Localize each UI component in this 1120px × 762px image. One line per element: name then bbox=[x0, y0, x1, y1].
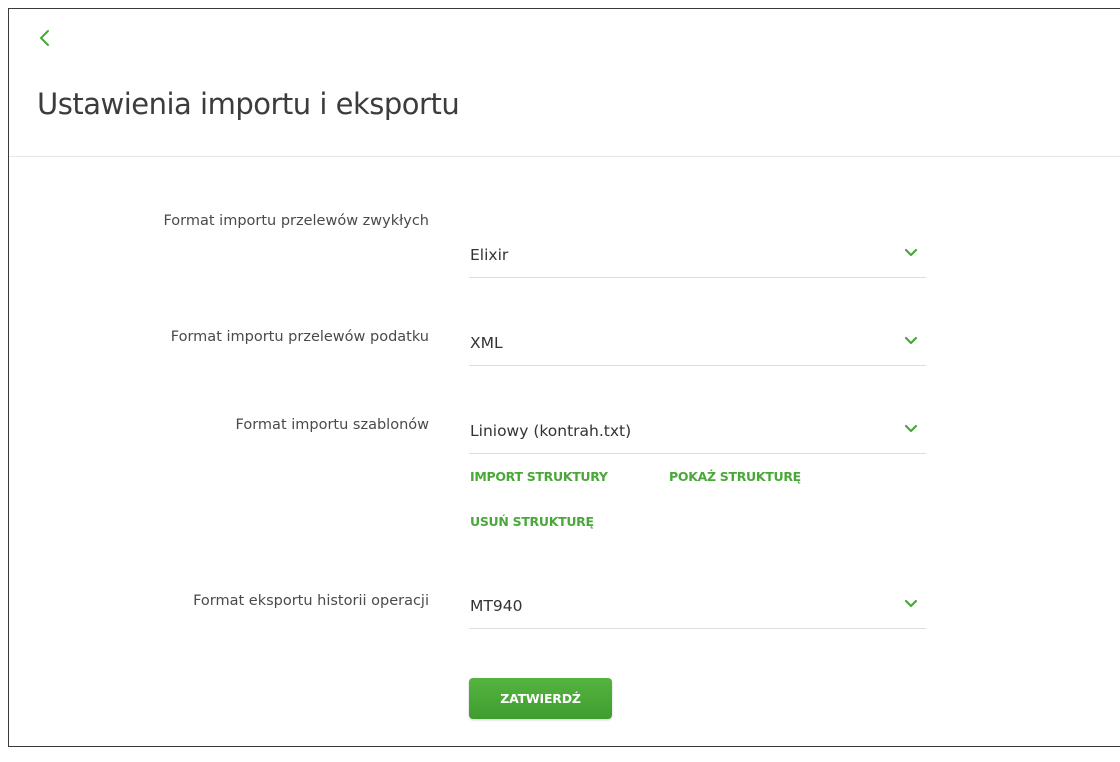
template-import-format-select[interactable]: Liniowy (kontrah.txt) bbox=[469, 410, 926, 454]
back-button[interactable] bbox=[35, 27, 55, 49]
tax-transfer-import-format-select[interactable]: XML bbox=[469, 322, 926, 366]
select-value: Liniowy (kontrah.txt) bbox=[470, 422, 632, 440]
settings-panel: Ustawienia importu i eksportu Format imp… bbox=[8, 8, 1120, 747]
regular-transfer-import-format-label: Format importu przelewów zwykłych bbox=[163, 213, 429, 229]
submit-button[interactable]: ZATWIERDŹ bbox=[469, 678, 612, 719]
show-structure-link[interactable]: POKAŻ STRUKTURĘ bbox=[669, 469, 801, 484]
delete-structure-link[interactable]: USUŃ STRUKTURĘ bbox=[470, 514, 594, 529]
chevron-down-icon bbox=[904, 597, 918, 611]
regular-transfer-import-format-select[interactable]: Elixir bbox=[469, 234, 926, 278]
chevron-down-icon bbox=[904, 246, 918, 260]
select-value: MT940 bbox=[470, 597, 523, 615]
history-export-format-label: Format eksportu historii operacji bbox=[193, 593, 429, 609]
tax-transfer-import-format-label: Format importu przelewów podatku bbox=[170, 329, 429, 345]
chevron-down-icon bbox=[904, 334, 918, 348]
template-import-format-label: Format importu szablonów bbox=[235, 417, 429, 433]
page-title: Ustawienia importu i eksportu bbox=[37, 87, 460, 121]
history-export-format-select[interactable]: MT940 bbox=[469, 585, 926, 629]
header-divider bbox=[9, 156, 1120, 157]
chevron-down-icon bbox=[904, 422, 918, 436]
select-value: Elixir bbox=[470, 246, 509, 264]
chevron-left-icon bbox=[35, 27, 55, 49]
select-value: XML bbox=[470, 334, 503, 352]
import-structure-link[interactable]: IMPORT STRUKTURY bbox=[470, 469, 608, 484]
